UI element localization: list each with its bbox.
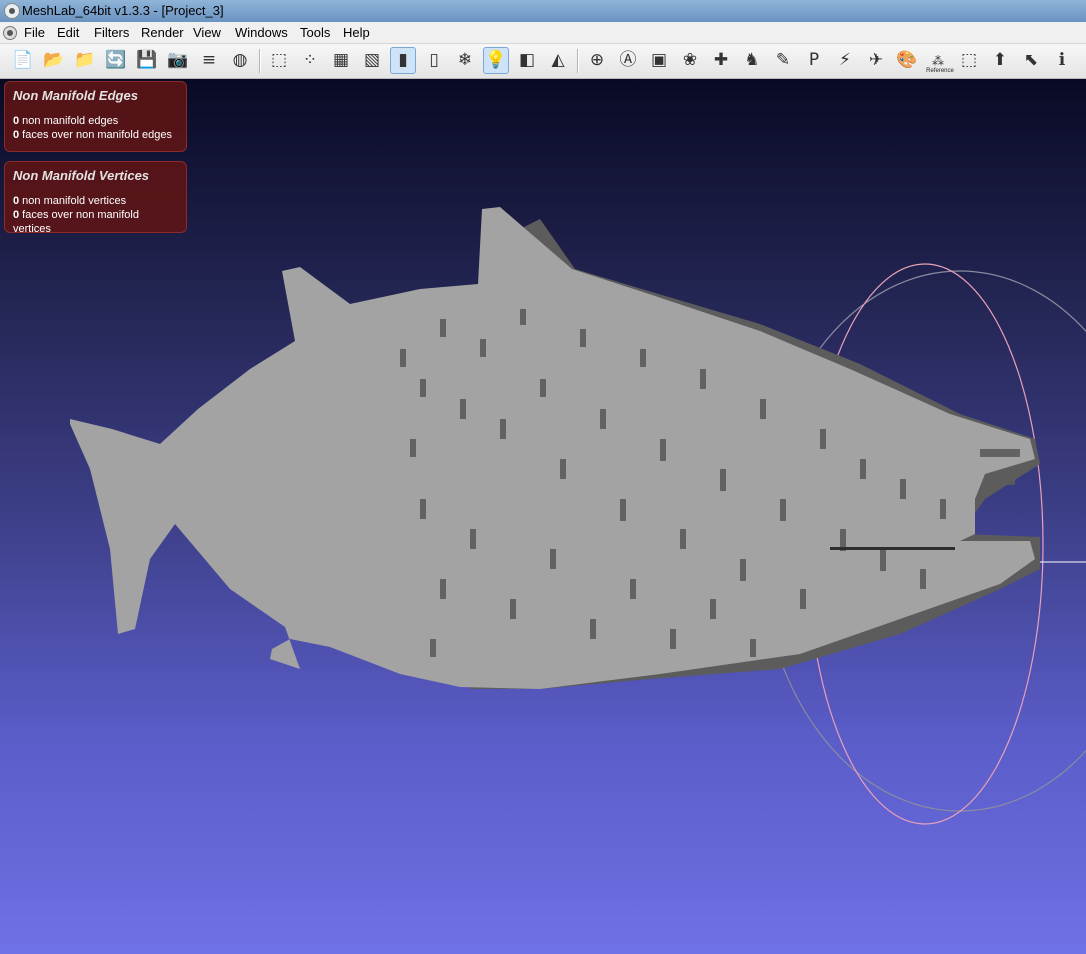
- color-icon: 🎨: [896, 50, 918, 70]
- raster-icon: ◍: [232, 50, 248, 70]
- quality-button[interactable]: ⚡: [832, 47, 858, 74]
- pickpoints-icon: P: [808, 50, 820, 70]
- light-icon: 💡: [485, 50, 507, 70]
- brush-icon: ✎: [775, 50, 791, 70]
- menu-edit[interactable]: Edit: [57, 25, 79, 40]
- menu-view[interactable]: View: [193, 25, 221, 40]
- point-picking-button[interactable]: ✈: [863, 47, 889, 74]
- panel-line: 0 non manifold edges: [13, 114, 178, 128]
- select-faces-icon: ◭: [551, 50, 565, 70]
- line-text: faces over non manifold vertices: [13, 209, 139, 235]
- paint-icon: ❀: [682, 50, 698, 70]
- points-button[interactable]: ⁘: [297, 47, 323, 74]
- toolbar-separator: [577, 49, 579, 73]
- info-icon: ℹ: [1058, 50, 1066, 70]
- back-face-button[interactable]: ◧: [514, 47, 540, 74]
- title-bar: MeshLab_64bit v1.3.3 - [Project_3]: [0, 0, 1086, 23]
- reference-button[interactable]: ⁂ Reference: [925, 47, 954, 75]
- import-mesh-button[interactable]: 📁: [72, 47, 98, 74]
- select-region-button[interactable]: ⬉: [1018, 47, 1044, 74]
- hidden-lines-icon: ▧: [363, 50, 381, 70]
- non-manifold-vertices-panel: Non Manifold Vertices 0 non manifold ver…: [4, 161, 187, 236]
- reload-button[interactable]: 🔄: [103, 47, 129, 74]
- menu-render[interactable]: Render: [141, 25, 184, 40]
- measure-button[interactable]: ▣: [646, 47, 672, 74]
- manipulator-icon: ♞: [744, 50, 760, 70]
- manipulator-button[interactable]: ♞: [739, 47, 765, 74]
- select-connected-button[interactable]: ⬆: [987, 47, 1013, 74]
- paint-button[interactable]: ❀: [677, 47, 703, 74]
- info-button[interactable]: ℹ: [1049, 47, 1075, 74]
- texture-button[interactable]: ❄: [452, 47, 478, 74]
- select-vertices-icon: ⬚: [960, 50, 978, 70]
- light-button[interactable]: 💡: [483, 47, 509, 74]
- flat-shading-icon: ▮: [398, 50, 408, 70]
- fish-body: [70, 207, 1035, 689]
- line-text: faces over non manifold edges: [19, 129, 172, 141]
- smooth-shading-icon: ▯: [429, 50, 439, 70]
- window-title: MeshLab_64bit v1.3.3 - [Project_3]: [22, 3, 224, 18]
- reference-icon: ⁂: [932, 53, 944, 68]
- raster-button[interactable]: ◍: [227, 47, 253, 74]
- toolbar-separator: [259, 49, 261, 73]
- line-text: non manifold vertices: [19, 195, 127, 207]
- back-face-icon: ◧: [518, 50, 536, 70]
- brush-button[interactable]: ✎: [770, 47, 796, 74]
- layers-button[interactable]: ≡: [196, 47, 222, 74]
- select-vertices-button[interactable]: ⬚: [956, 47, 982, 74]
- panel-line: 0 faces over non manifold edges: [13, 128, 178, 142]
- non-manifold-edges-panel: Non Manifold Edges 0 non manifold edges …: [4, 81, 187, 152]
- select-region-icon: ⬉: [1023, 50, 1039, 70]
- reload-icon: 🔄: [105, 50, 127, 70]
- texture-icon: ❄: [457, 50, 473, 70]
- menu-bar: File Edit Filters Render View Windows To…: [0, 22, 1086, 44]
- select-faces-button[interactable]: ◭: [545, 47, 571, 74]
- new-project-icon: 📄: [12, 50, 34, 70]
- export-mesh-button[interactable]: 💾: [134, 47, 160, 74]
- document-icon[interactable]: [3, 26, 17, 40]
- panel-title: Non Manifold Edges: [13, 88, 138, 103]
- axis-icon: ✚: [713, 50, 729, 70]
- bounding-box-button[interactable]: ⬚: [266, 47, 292, 74]
- snapshot-button[interactable]: 📷: [165, 47, 191, 74]
- menu-filters[interactable]: Filters: [94, 25, 129, 40]
- open-project-icon: 📂: [43, 50, 65, 70]
- menu-windows[interactable]: Windows: [235, 25, 288, 40]
- panel-line: 0 non manifold vertices: [13, 194, 178, 208]
- panel-title: Non Manifold Vertices: [13, 168, 150, 183]
- layers-icon: ≡: [201, 50, 217, 70]
- snapshot-icon: 📷: [167, 50, 189, 70]
- import-mesh-icon: 📁: [74, 50, 96, 70]
- wireframe-icon: ▦: [332, 50, 350, 70]
- smooth-shading-button[interactable]: ▯: [421, 47, 447, 74]
- color-button[interactable]: 🎨: [894, 47, 920, 74]
- menu-help[interactable]: Help: [343, 25, 370, 40]
- align-button[interactable]: Ⓐ: [615, 47, 641, 74]
- sphere-button[interactable]: ⊕: [584, 47, 610, 74]
- axis-button[interactable]: ✚: [708, 47, 734, 74]
- measure-icon: ▣: [650, 50, 668, 70]
- export-mesh-icon: 💾: [136, 50, 158, 70]
- hidden-lines-button[interactable]: ▧: [359, 47, 385, 74]
- pickpoints-button[interactable]: P: [801, 47, 827, 74]
- new-project-button[interactable]: 📄: [10, 47, 36, 74]
- wireframe-button[interactable]: ▦: [328, 47, 354, 74]
- align-icon: Ⓐ: [619, 50, 637, 70]
- flat-shading-button[interactable]: ▮: [390, 47, 416, 74]
- bounding-box-icon: ⬚: [270, 50, 288, 70]
- panel-line: 0 faces over non manifold vertices: [13, 208, 178, 236]
- reference-label: Reference: [926, 68, 954, 74]
- quality-icon: ⚡: [839, 50, 851, 70]
- line-text: non manifold edges: [19, 115, 119, 127]
- select-connected-icon: ⬆: [992, 50, 1008, 70]
- meshlab-app-icon: [4, 3, 20, 19]
- point-picking-icon: ✈: [868, 50, 884, 70]
- menu-tools[interactable]: Tools: [300, 25, 330, 40]
- open-project-button[interactable]: 📂: [41, 47, 67, 74]
- menu-file[interactable]: File: [24, 25, 45, 40]
- sphere-icon: ⊕: [589, 50, 605, 70]
- points-icon: ⁘: [302, 50, 318, 70]
- 3d-viewport[interactable]: Non Manifold Edges 0 non manifold edges …: [0, 79, 1086, 954]
- toolbar: 📄 📂 📁 🔄 💾 📷 ≡ ◍ ⬚ ⁘ ▦ ▧ ▮ ▯ ❄ 💡 ◧ ◭ ⊕ Ⓐ ▣ ❀ ✚ ♞ ✎ P ⚡ ✈ 🎨 ⁂ Reference ⬚…: [0, 44, 1086, 79]
